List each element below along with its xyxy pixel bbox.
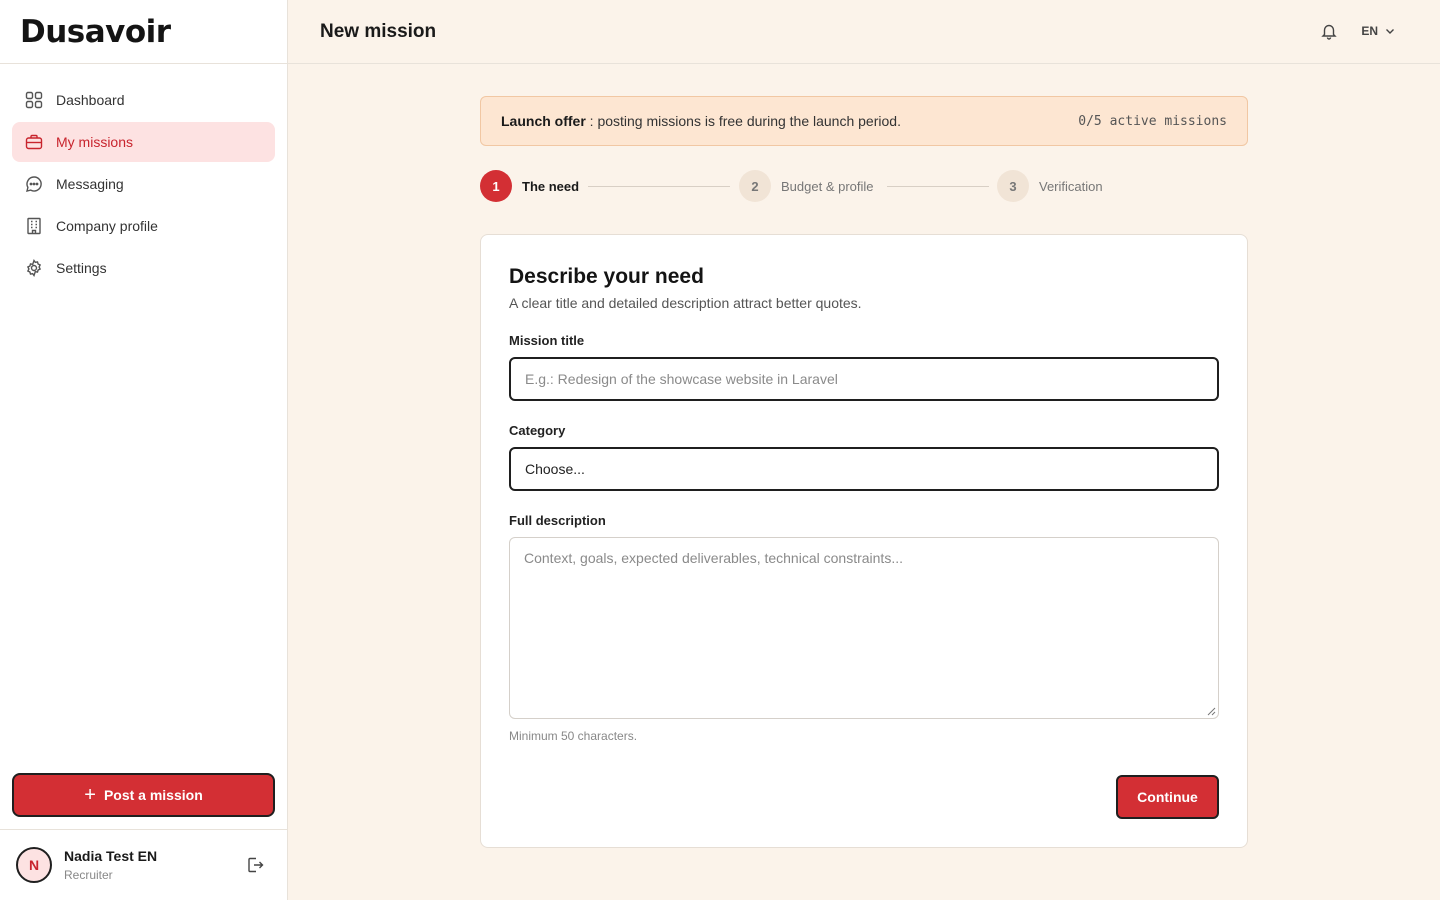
step-budget-profile: 2 Budget & profile (739, 170, 874, 202)
sidebar: Dusavoir Dashboard My missions Messaging… (0, 0, 288, 900)
mission-form-card: Describe your need A clear title and det… (480, 234, 1248, 848)
bell-icon[interactable] (1320, 22, 1338, 45)
sidebar-nav: Dashboard My missions Messaging Company … (0, 64, 287, 288)
building-icon (24, 216, 44, 236)
dashboard-grid-icon (24, 90, 44, 110)
chat-bubble-icon (24, 174, 44, 194)
language-label: EN (1361, 24, 1378, 38)
mission-title-label: Mission title (509, 333, 585, 348)
step-connector (887, 186, 989, 187)
launch-offer-banner: Launch offer : posting missions is free … (480, 96, 1248, 146)
sidebar-item-label: Company profile (56, 218, 158, 234)
banner-strong: Launch offer (501, 113, 586, 129)
active-missions-count: 0/5 active missions (1078, 113, 1227, 129)
gear-icon (24, 258, 44, 278)
category-select[interactable]: Choose... (509, 447, 1219, 491)
user-name: Nadia Test EN (64, 848, 158, 864)
page-title: New mission (320, 20, 437, 42)
sidebar-item-dashboard[interactable]: Dashboard (12, 80, 275, 120)
sidebar-item-company-profile[interactable]: Company profile (12, 206, 275, 246)
step-label: The need (522, 178, 580, 194)
step-number: 3 (997, 170, 1029, 202)
avatar[interactable]: N (16, 847, 52, 883)
description-label: Full description (509, 513, 606, 528)
sidebar-item-settings[interactable]: Settings (12, 248, 275, 288)
progress-steps: 1 The need 2 Budget & profile 3 Verifica… (480, 170, 1248, 202)
sidebar-item-label: My missions (56, 134, 134, 150)
step-verification: 3 Verification (997, 170, 1103, 202)
post-mission-label: Post a mission (103, 787, 203, 803)
step-connector (588, 186, 730, 187)
top-bar: New mission EN (288, 0, 1440, 64)
post-mission-button[interactable]: + Post a mission (12, 773, 275, 817)
category-label: Category (509, 423, 566, 438)
sidebar-item-label: Dashboard (56, 92, 125, 108)
banner-text: : posting missions is free during the la… (585, 113, 901, 129)
description-placeholder: Context, goals, expected deliverables, t… (524, 550, 903, 566)
step-number: 1 (480, 170, 512, 202)
step-label: Verification (1039, 178, 1103, 194)
step-number: 2 (739, 170, 771, 202)
sidebar-item-label: Messaging (56, 176, 124, 192)
sidebar-item-label: Settings (56, 260, 107, 276)
plus-icon: + (84, 784, 96, 806)
app-logo[interactable]: Dusavoir (20, 14, 171, 50)
sidebar-item-messaging[interactable]: Messaging (12, 164, 275, 204)
sidebar-item-my-missions[interactable]: My missions (12, 122, 275, 162)
language-selector[interactable]: EN (1361, 24, 1396, 38)
description-textarea[interactable]: Context, goals, expected deliverables, t… (509, 537, 1219, 719)
chevron-down-icon (1386, 29, 1394, 34)
logo-area: Dusavoir (0, 0, 287, 64)
form-subtitle: A clear title and detailed description a… (509, 295, 862, 311)
logout-icon[interactable] (246, 856, 264, 879)
step-the-need: 1 The need (480, 170, 579, 202)
user-info: Nadia Test EN Recruiter (64, 848, 157, 882)
description-hint: Minimum 50 characters. (509, 729, 638, 743)
form-title: Describe your need (509, 265, 704, 288)
mission-title-input[interactable]: E.g.: Redesign of the showcase website i… (509, 357, 1219, 401)
step-label: Budget & profile (781, 178, 874, 194)
briefcase-icon (24, 132, 44, 152)
user-profile: N Nadia Test EN Recruiter (0, 829, 288, 900)
resize-handle-icon[interactable] (1207, 707, 1216, 716)
user-role: Recruiter (64, 868, 113, 882)
continue-button[interactable]: Continue (1116, 775, 1219, 819)
